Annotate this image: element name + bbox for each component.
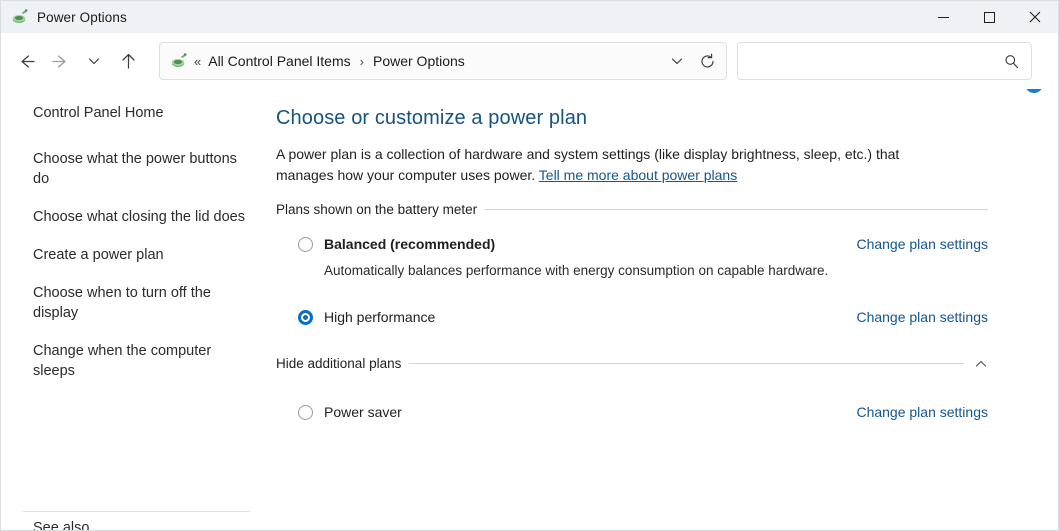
group-rule	[409, 363, 964, 364]
sidebar-item-turn-off-display[interactable]: Choose when to turn off the display	[1, 283, 264, 323]
sidebar-item-label: Control Panel Home	[33, 105, 164, 121]
recent-locations-button[interactable]	[77, 44, 111, 78]
close-button[interactable]	[1012, 1, 1058, 33]
title-bar-left: Power Options	[1, 8, 920, 26]
sidebar-item-label: Change when the computer sleeps	[33, 343, 212, 379]
sidebar-see-also-heading: See also	[33, 520, 90, 530]
plan-name: High performance	[324, 309, 436, 325]
sidebar-item-label: Choose when to turn off the display	[33, 285, 211, 321]
plan-row-power-saver[interactable]: Power saver Change plan settings	[276, 399, 988, 425]
group-rule	[485, 209, 988, 210]
sidebar-item-computer-sleeps[interactable]: Change when the computer sleeps	[1, 341, 264, 381]
back-button[interactable]	[9, 44, 43, 78]
up-button[interactable]	[111, 44, 145, 78]
change-plan-settings-link-power-saver[interactable]: Change plan settings	[856, 404, 988, 420]
breadcrumb-item-power-options[interactable]: Power Options	[373, 53, 465, 69]
group-header-additional-plans[interactable]: Hide additional plans	[276, 356, 988, 371]
radio-high-performance[interactable]	[298, 309, 313, 325]
sidebar-item-label: Create a power plan	[33, 247, 164, 263]
change-plan-settings-link-high-performance[interactable]: Change plan settings	[856, 309, 988, 325]
svg-text:?: ?	[1030, 89, 1037, 91]
sidebar-item-control-panel-home[interactable]: Control Panel Home	[1, 103, 264, 123]
control-panel-icon	[170, 52, 188, 70]
maximize-button[interactable]	[966, 1, 1012, 33]
power-options-window: Power Options « All Control Panel Items …	[0, 0, 1059, 531]
minimize-button[interactable]	[920, 1, 966, 33]
search-box[interactable]	[737, 42, 1032, 80]
breadcrumb-separator: ›	[359, 53, 364, 69]
power-plug-icon	[11, 8, 29, 26]
page-description: A power plan is a collection of hardware…	[276, 144, 954, 186]
tell-me-more-link[interactable]: Tell me more about power plans	[539, 167, 737, 183]
plan-description-balanced: Automatically balances performance with …	[324, 263, 829, 278]
sidebar-item-label: Choose what the power buttons do	[33, 151, 237, 187]
plan-name: Power saver	[324, 404, 402, 420]
sidebar-item-power-buttons[interactable]: Choose what the power buttons do	[1, 149, 264, 189]
window-title: Power Options	[37, 9, 127, 25]
sidebar-item-create-power-plan[interactable]: Create a power plan	[1, 245, 264, 265]
forward-button[interactable]	[43, 44, 77, 78]
chevron-up-icon[interactable]	[974, 357, 988, 371]
sidebar-item-closing-lid[interactable]: Choose what closing the lid does	[1, 207, 264, 227]
sidebar-item-label: Choose what closing the lid does	[33, 209, 245, 225]
title-bar: Power Options	[1, 1, 1058, 33]
plan-row-balanced[interactable]: Balanced (recommended) Change plan setti…	[276, 231, 988, 257]
main-content: ? Choose or customize a power plan A pow…	[264, 89, 1058, 530]
search-input[interactable]	[750, 52, 1001, 70]
plan-name: Balanced (recommended)	[324, 236, 496, 252]
help-icon[interactable]: ?	[1024, 89, 1044, 94]
group-header-battery-meter: Plans shown on the battery meter	[276, 202, 988, 217]
radio-balanced[interactable]	[298, 236, 313, 252]
change-plan-settings-link-balanced[interactable]: Change plan settings	[856, 236, 988, 252]
group-label: Hide additional plans	[276, 356, 402, 371]
breadcrumb-item-all-control-panel-items[interactable]: All Control Panel Items	[208, 53, 350, 69]
window-body: Control Panel Home Choose what the power…	[1, 89, 1058, 530]
caption-buttons	[920, 1, 1058, 33]
plan-row-high-performance[interactable]: High performance Change plan settings	[276, 304, 988, 330]
address-bar[interactable]: « All Control Panel Items › Power Option…	[159, 42, 727, 80]
sidebar: Control Panel Home Choose what the power…	[1, 89, 264, 530]
sidebar-divider	[23, 511, 250, 512]
navigation-toolbar: « All Control Panel Items › Power Option…	[1, 33, 1058, 89]
breadcrumb-overflow[interactable]: «	[194, 54, 201, 69]
group-label: Plans shown on the battery meter	[276, 202, 478, 217]
radio-power-saver[interactable]	[298, 404, 313, 420]
refresh-button[interactable]	[692, 46, 722, 76]
search-icon[interactable]	[1001, 54, 1021, 69]
address-dropdown-button[interactable]	[662, 46, 692, 76]
page-title: Choose or customize a power plan	[276, 107, 588, 129]
